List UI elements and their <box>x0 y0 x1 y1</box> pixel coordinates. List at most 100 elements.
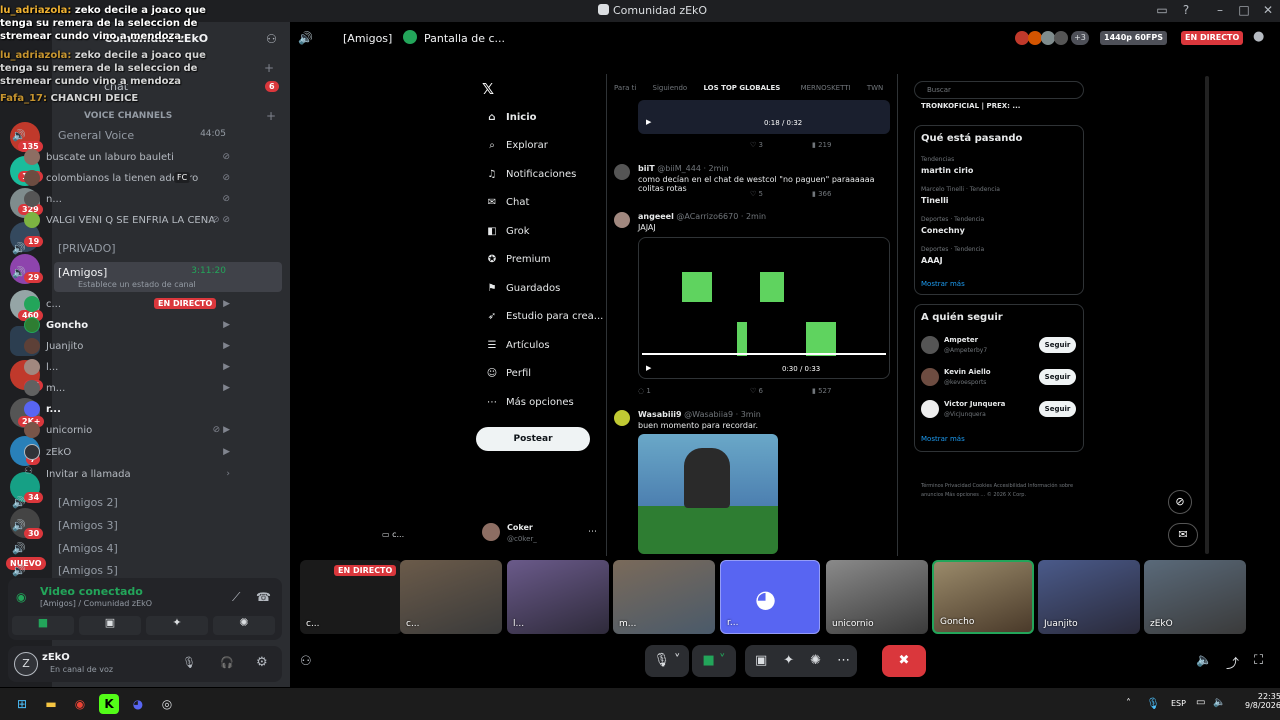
channel-amigos-2[interactable]: 🔊 [Amigos 2] <box>8 492 232 514</box>
x-search-input[interactable]: Buscar <box>914 81 1084 99</box>
trend-top[interactable]: TRONKOFICIAL | PREX: ... <box>921 102 1020 110</box>
tweet-avatar[interactable] <box>614 212 630 228</box>
follow-avatar[interactable] <box>921 368 939 386</box>
voice-user[interactable]: l... ▶ <box>24 358 234 378</box>
x-nav-mas[interactable]: ⋯ Más opciones <box>484 397 574 408</box>
tab-mernosketti[interactable]: MERNOSKETTI <box>801 84 851 92</box>
voice-user[interactable]: c... EN DIRECTO ▶ <box>24 295 234 315</box>
follow-avatar[interactable] <box>921 336 939 354</box>
x-nav-inicio[interactable]: ⌂ Inicio <box>484 112 536 123</box>
participant-tile[interactable]: Juanjito <box>1038 560 1140 634</box>
file-explorer-icon[interactable]: ▬ <box>41 694 61 714</box>
voice-user[interactable]: n... ⊘ <box>24 190 234 210</box>
add-member-icon[interactable]: ⚇ <box>266 32 277 46</box>
view-count[interactable]: ▮ 366 <box>812 190 831 198</box>
soundboard-button[interactable]: ✺ <box>213 616 275 635</box>
scrollbar[interactable] <box>1205 76 1209 554</box>
trend-name[interactable]: Conechny <box>921 226 965 235</box>
account-name[interactable]: zEkO <box>42 652 70 663</box>
like-count[interactable]: ♡ 3 <box>750 141 763 149</box>
obs-icon[interactable]: ◎ <box>157 694 177 714</box>
voice-user[interactable]: zEkO ▶ <box>24 443 234 463</box>
speaker-tray-icon[interactable]: 🔈 <box>1213 697 1225 708</box>
kick-icon[interactable]: K <box>99 694 119 714</box>
profile-name[interactable]: Coker <box>507 523 533 532</box>
signal-icon[interactable]: ◉ <box>16 590 26 604</box>
account-avatar[interactable]: Z <box>14 652 38 676</box>
tab-siguiendo[interactable]: Siguiendo <box>653 84 688 92</box>
voice-user[interactable]: m... ▶ <box>24 379 234 399</box>
follow-button[interactable]: Seguir <box>1039 401 1076 417</box>
follow-button[interactable]: Seguir <box>1039 337 1076 353</box>
disconnect-icon[interactable]: ☎ <box>256 590 271 604</box>
channel-status[interactable]: Establece un estado de canal <box>78 280 196 289</box>
more-dots-icon[interactable]: ⋯ <box>588 527 597 537</box>
play-icon[interactable]: ▶ <box>646 118 651 126</box>
follow-button[interactable]: Seguir <box>1039 369 1076 385</box>
screenshare-button[interactable]: ▣ <box>79 616 141 635</box>
trend-name[interactable]: Tinelli <box>921 196 949 205</box>
x-nav-perfil[interactable]: ☺ Perfil <box>484 368 531 379</box>
tweet-header[interactable]: angeeel @ACarrizo6670 · 2min <box>638 212 928 221</box>
discord-taskbar-icon[interactable]: ◕ <box>128 694 148 714</box>
follow-name[interactable]: Kevin Aiello <box>944 368 991 376</box>
maximize-button[interactable]: □ <box>1236 3 1252 19</box>
tweet-header[interactable]: Wasabiii9 @Wasabiia9 · 3min <box>638 410 928 419</box>
camera-button[interactable]: ■ <box>12 616 74 635</box>
trend-name[interactable]: AAAJ <box>921 256 943 265</box>
fullscreen-icon[interactable]: ⛶ <box>1254 653 1263 668</box>
tray-mic-icon[interactable]: 🎙 <box>1146 697 1160 710</box>
follow-name[interactable]: Ampeter <box>944 336 978 344</box>
leave-call-button[interactable]: ✖ <box>882 645 926 677</box>
network-icon[interactable]: ▭ <box>1196 697 1205 708</box>
reply-count[interactable]: ◌ 1 <box>638 387 651 395</box>
microphone-icon[interactable]: 🎙 <box>182 656 196 669</box>
x-nav-articulos[interactable]: ☰ Artículos <box>484 340 550 351</box>
chrome-icon[interactable]: ◉ <box>70 694 90 714</box>
like-count[interactable]: ♡ 6 <box>750 387 763 395</box>
follow-name[interactable]: Victor Junquera <box>944 400 1005 408</box>
messages-float-icon[interactable]: ✉ <box>1168 523 1198 547</box>
x-nav-estudio[interactable]: ➶ Estudio para crea... <box>484 311 604 322</box>
view-count[interactable]: ▮ 219 <box>812 141 831 149</box>
channel-amigos-3[interactable]: 🔊 [Amigos 3] <box>8 515 232 537</box>
follow-avatar[interactable] <box>921 400 939 418</box>
profile-avatar[interactable] <box>482 523 500 541</box>
participant-tile[interactable]: c... <box>400 560 502 634</box>
invite-to-call[interactable]: ⚇ Invitar a llamada › <box>24 465 234 485</box>
like-count[interactable]: ♡ 5 <box>750 190 763 198</box>
tab-twn[interactable]: TWN <box>867 84 883 92</box>
help-icon[interactable]: ? <box>1178 3 1194 19</box>
settings-gear-icon[interactable]: ⚙ <box>256 655 268 670</box>
x-nav-chat[interactable]: ✉ Chat <box>484 197 530 208</box>
add-channel-icon[interactable]: + <box>266 109 276 123</box>
x-nav-grok[interactable]: ◧ Grok <box>484 226 529 237</box>
show-more-link[interactable]: Mostrar más <box>921 280 965 288</box>
viewers-extra[interactable]: +3 <box>1071 31 1089 45</box>
video-progress[interactable] <box>642 353 886 355</box>
voice-user[interactable]: VALGI VENI Q SE ENFRIA LA CENA ⊘ ⊘ <box>24 211 234 231</box>
mute-button[interactable]: 🎙 ˅ <box>645 645 689 677</box>
voice-user[interactable]: Juanjito ▶ <box>24 337 234 357</box>
clock[interactable]: 22:35 9/8/2026 <box>1245 692 1280 710</box>
tab-top-globales[interactable]: LOS TOP GLOBALES <box>703 84 780 92</box>
participant-tile[interactable]: unicornio <box>826 560 928 634</box>
add-user-icon[interactable]: ⚇ <box>300 654 312 669</box>
voice-user[interactable]: buscate un laburo bauleti ⊘ <box>24 148 234 168</box>
language-indicator[interactable]: ESP <box>1171 699 1186 708</box>
tray-chevron-icon[interactable]: ˄ <box>1126 698 1131 709</box>
camera-toggle-button[interactable]: ■ ˅ <box>692 645 736 677</box>
video-player[interactable] <box>638 100 890 134</box>
tweet-avatar[interactable] <box>614 410 630 426</box>
x-nav-explorar[interactable]: ⌕ Explorar <box>484 140 548 151</box>
grok-float-icon[interactable]: ⊘ <box>1168 490 1192 514</box>
channel-general-voice[interactable]: 🔊 General Voice 44:05 <box>8 125 232 147</box>
channel-amigos-4[interactable]: 🔊 [Amigos 4] <box>8 538 232 560</box>
voice-user[interactable]: colombianos la tienen adentro FC ⊘ <box>24 169 234 189</box>
stage-actions[interactable]: ▣✦✺⋯ <box>745 645 857 677</box>
category-voice-channels[interactable]: VOICE CHANNELS <box>84 111 172 121</box>
participant-tile[interactable]: EN DIRECTO c... <box>300 560 402 634</box>
participant-tile[interactable]: Goncho <box>932 560 1034 634</box>
x-nav-premium[interactable]: ✪ Premium <box>484 254 551 265</box>
play-icon[interactable]: ▶ <box>646 364 651 372</box>
